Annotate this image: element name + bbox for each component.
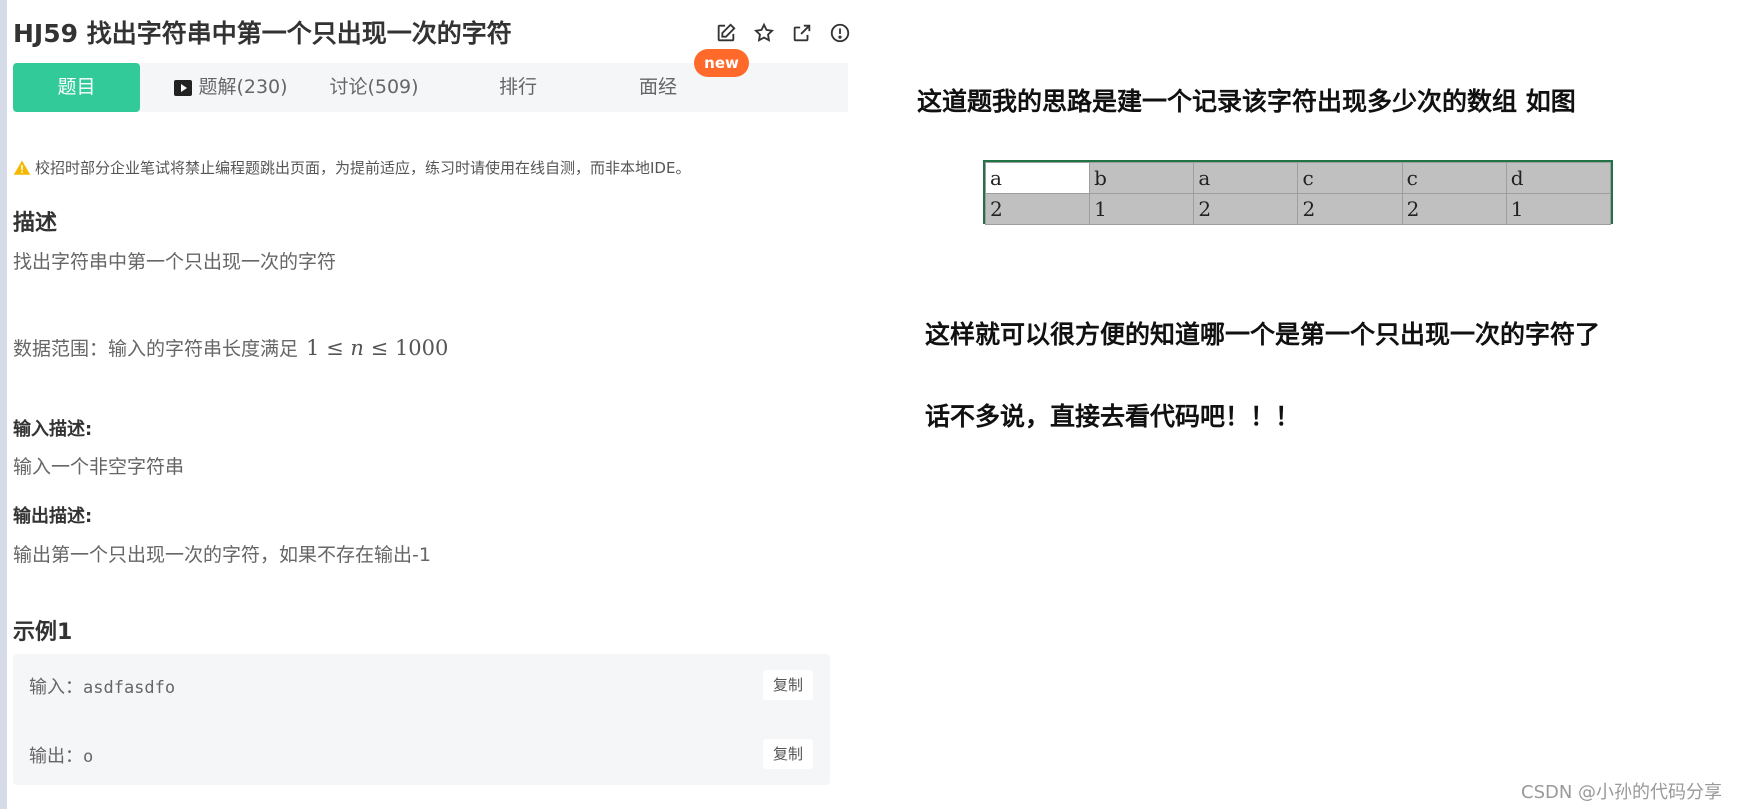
input-description: 输入一个非空字符串 — [13, 456, 185, 478]
description-heading: 描述 — [13, 211, 58, 236]
table-cell: a — [984, 162, 1091, 194]
left-scroll-strip — [0, 0, 7, 809]
data-range: 数据范围：输入的字符串长度满足 1 ≤ n ≤ 1000 — [13, 334, 448, 361]
example-heading: 示例1 — [13, 620, 73, 645]
tab-solutions-label: 题解(230) — [198, 76, 288, 98]
description-text: 找出字符串中第一个只出现一次的字符 — [13, 251, 337, 273]
play-icon — [174, 79, 193, 96]
table-cell: 2 — [1297, 193, 1403, 225]
warning-icon — [13, 160, 31, 175]
table-cell: 2 — [1193, 193, 1299, 225]
share-icon — [793, 24, 811, 42]
problem-panel: HJ59 找出字符串中第一个只出现一次的字符 题目 题解(230) 讨论(509… — [13, 0, 850, 809]
edit-icon — [717, 23, 736, 42]
edit-button[interactable] — [713, 20, 739, 46]
note-line-1: 这道题我的思路是建一个记录该字符出现多少次的数组 如图 — [917, 87, 1576, 116]
table-row: a b a c c d — [984, 162, 1612, 194]
table-cell: 1 — [1505, 193, 1612, 225]
share-button[interactable] — [789, 20, 815, 46]
table-row: 2 1 2 2 2 1 — [984, 193, 1612, 225]
tab-problem[interactable]: 题目 — [13, 63, 140, 112]
table-cell: d — [1505, 162, 1612, 194]
input-heading: 输入描述: — [13, 419, 93, 440]
example-input: 输入：asdfasdfo — [29, 677, 176, 698]
range-formula: 1 ≤ n ≤ 1000 — [306, 336, 449, 360]
note-line-3: 话不多说，直接去看代码吧！！！ — [925, 402, 1301, 431]
info-icon — [830, 23, 850, 43]
example-output-value: o — [83, 747, 94, 767]
range-label: 数据范围：输入的字符串长度满足 — [13, 338, 299, 360]
tab-ranking[interactable]: 排行 — [453, 63, 583, 112]
watermark: CSDN @小孙的代码分享 — [1521, 782, 1723, 803]
table-cell: a — [1193, 162, 1299, 194]
output-description: 输出第一个只出现一次的字符，如果不存在输出-1 — [13, 544, 431, 566]
tab-solutions[interactable]: 题解(230) — [161, 63, 301, 112]
favorite-button[interactable] — [751, 20, 777, 46]
note-line-2: 这样就可以很方便的知道哪一个是第一个只出现一次的字符了 — [925, 320, 1601, 349]
example-output: 输出：o — [29, 746, 94, 767]
warning-text: 校招时部分企业笔试将禁止编程题跳出页面，为提前适应，练习时请使用在线自测，而非本… — [35, 159, 691, 177]
copy-output-button[interactable]: 复制 — [763, 739, 813, 769]
table-cell: c — [1401, 162, 1507, 194]
count-table: a b a c c d 2 1 2 2 2 1 — [983, 160, 1613, 225]
problem-title: HJ59 找出字符串中第一个只出现一次的字符 — [13, 19, 512, 48]
table-cell: 2 — [984, 193, 1091, 225]
copy-input-button[interactable]: 复制 — [763, 670, 813, 700]
table-cell: b — [1089, 162, 1195, 194]
example-input-value: asdfasdfo — [83, 678, 176, 698]
new-badge: new — [694, 49, 749, 77]
table-cell: 1 — [1089, 193, 1195, 225]
table-cell: c — [1297, 162, 1403, 194]
tab-discussion[interactable]: 讨论(509) — [309, 63, 439, 112]
warning-notice: 校招时部分企业笔试将禁止编程题跳出页面，为提前适应，练习时请使用在线自测，而非本… — [13, 157, 690, 178]
info-button[interactable] — [827, 20, 853, 46]
output-heading: 输出描述: — [13, 506, 93, 527]
example-box: 输入：asdfasdfo 复制 输出：o 复制 — [13, 654, 830, 785]
table-cell: 2 — [1401, 193, 1507, 225]
star-icon — [753, 22, 775, 42]
title-actions — [713, 20, 853, 46]
